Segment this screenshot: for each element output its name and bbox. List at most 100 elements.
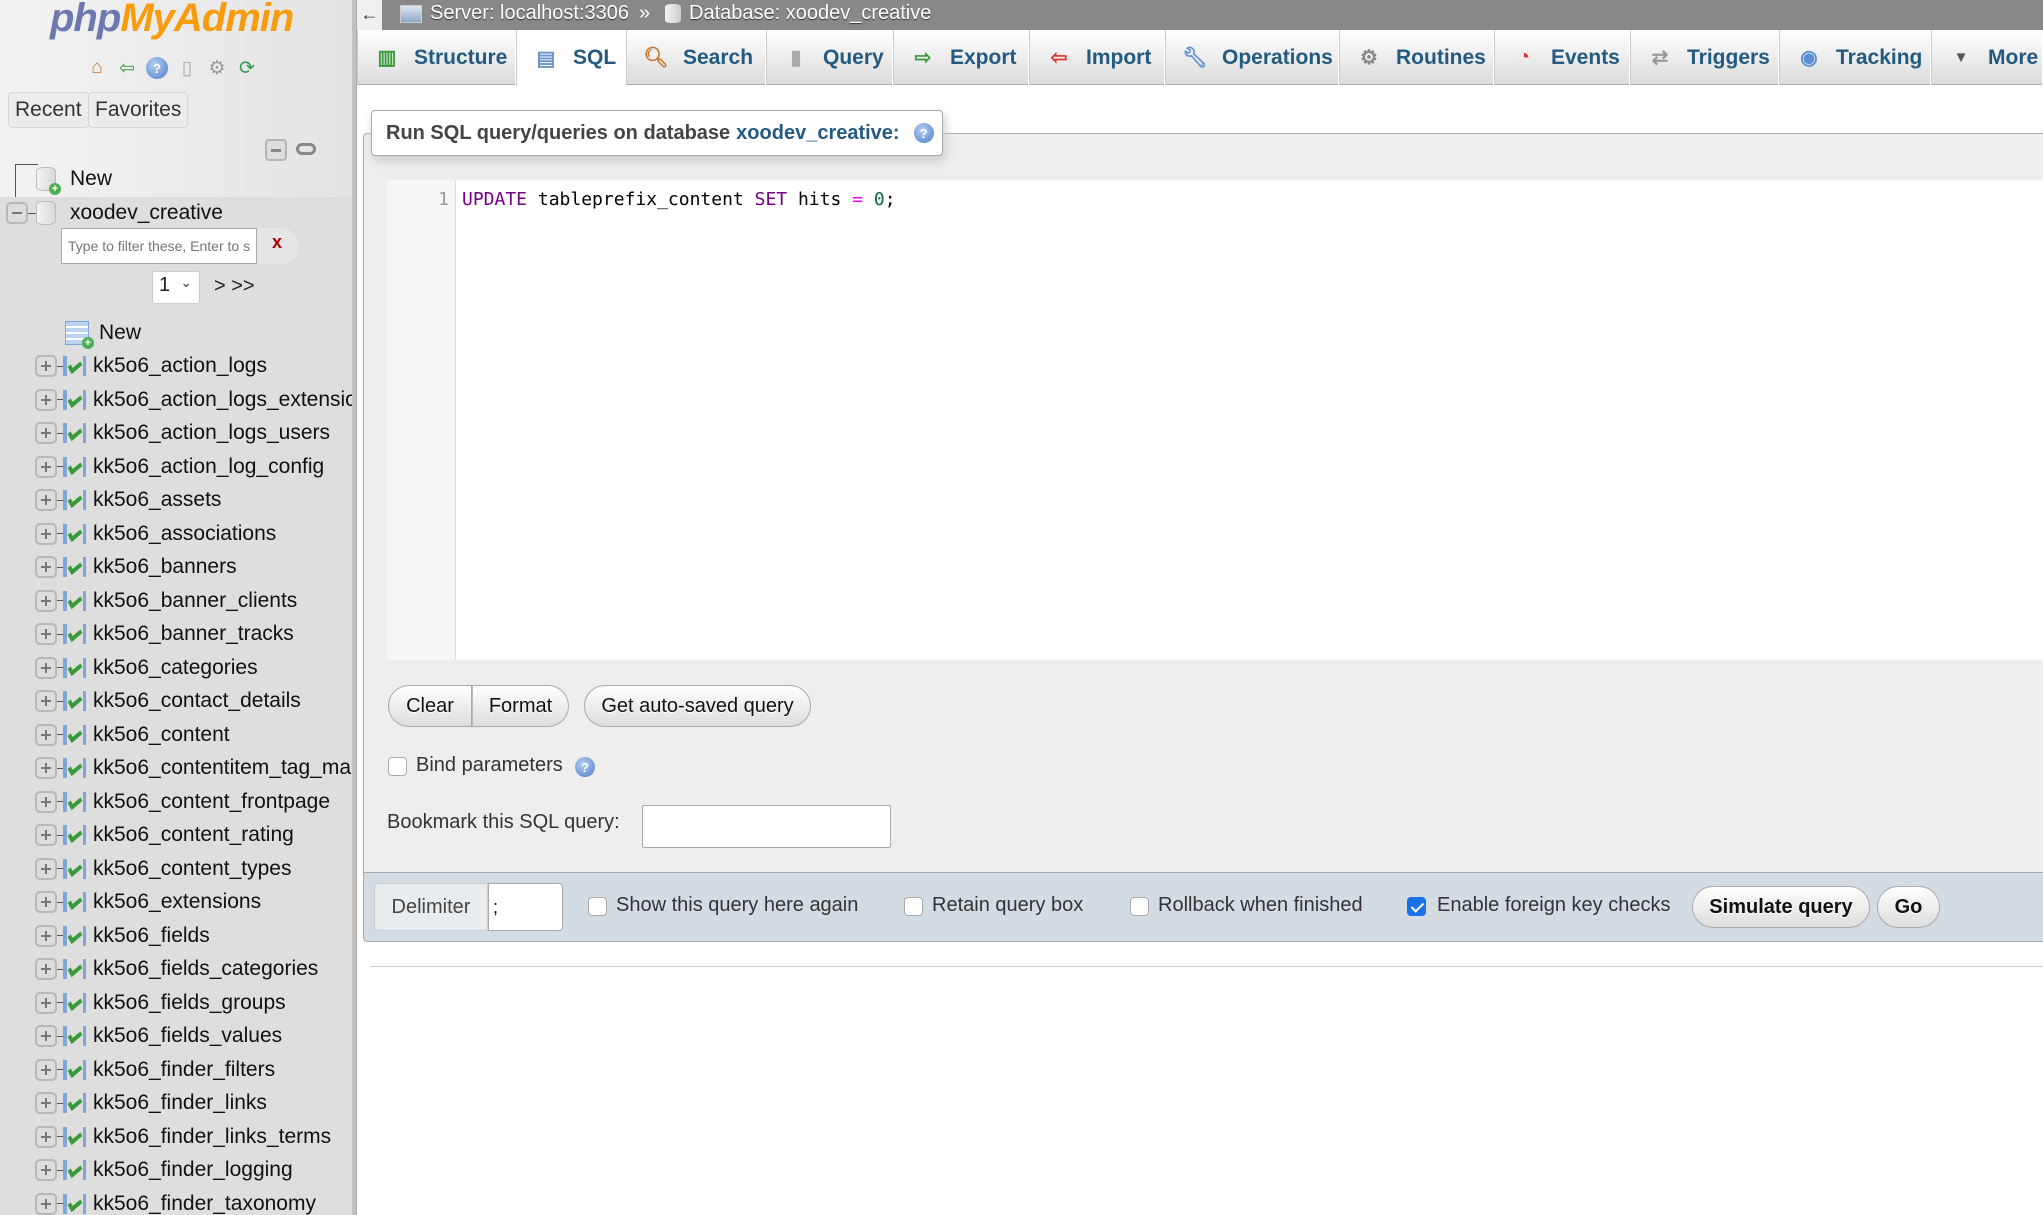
expand-table-button[interactable] — [35, 623, 57, 645]
expand-table-button[interactable] — [35, 891, 57, 913]
reload-icon[interactable]: ⟳ — [235, 56, 259, 80]
tab-import[interactable]: ⇦ Import — [1029, 30, 1165, 85]
expand-table-button[interactable] — [35, 1125, 57, 1148]
table-item[interactable]: kk5o6_assets — [35, 485, 221, 515]
table-item[interactable]: kk5o6_banner_clients — [35, 586, 297, 616]
new-table-item[interactable]: New — [65, 318, 141, 349]
table-item[interactable]: kk5o6_banner_tracks — [35, 619, 294, 649]
settings-icon[interactable]: ⚙ — [205, 56, 229, 80]
table-item[interactable]: kk5o6_action_logs_users — [35, 418, 330, 448]
next-page-link[interactable]: > >> — [214, 275, 255, 298]
table-item[interactable]: kk5o6_action_log_config — [35, 452, 324, 482]
tab-search[interactable]: 🔍︎ Search — [626, 30, 766, 85]
table-filter-input[interactable] — [61, 228, 257, 264]
go-button[interactable]: Go — [1877, 886, 1940, 928]
table-item[interactable]: kk5o6_finder_taxonomy — [35, 1189, 316, 1215]
get-auto-saved-query-button[interactable]: Get auto-saved query — [584, 685, 811, 727]
page-select[interactable]: 1 ⌄ — [152, 271, 200, 304]
simulate-query-button[interactable]: Simulate query — [1692, 886, 1870, 928]
table-item[interactable]: kk5o6_fields_groups — [35, 988, 286, 1018]
expand-table-button[interactable] — [35, 723, 57, 746]
show-query-again-checkbox[interactable] — [588, 897, 607, 916]
expand-table-button[interactable] — [35, 790, 57, 813]
tab-tracking[interactable]: ◉ Tracking — [1779, 30, 1931, 85]
expand-table-button[interactable] — [35, 924, 57, 947]
format-button[interactable]: Format — [472, 685, 569, 727]
table-item[interactable]: kk5o6_finder_filters — [35, 1055, 275, 1085]
recent-tab[interactable]: Recent — [8, 92, 89, 128]
delimiter-input[interactable] — [488, 883, 563, 931]
expand-table-button[interactable] — [35, 455, 57, 478]
table-item[interactable]: kk5o6_contact_details — [35, 686, 301, 716]
table-item[interactable]: kk5o6_content_frontpage — [35, 787, 330, 817]
table-item[interactable]: kk5o6_categories — [35, 653, 258, 683]
clear-filter-button[interactable]: x — [272, 232, 282, 253]
table-item[interactable]: kk5o6_content_rating — [35, 820, 294, 850]
expand-table-button[interactable] — [35, 958, 57, 980]
tab-operations[interactable]: 🔧︎ Operations — [1165, 30, 1339, 85]
expand-table-button[interactable] — [35, 589, 57, 612]
table-item[interactable]: kk5o6_fields — [35, 921, 210, 951]
expand-table-button[interactable] — [35, 388, 57, 411]
favorites-tab[interactable]: Favorites — [88, 92, 189, 128]
table-item[interactable]: kk5o6_fields_categories — [35, 954, 318, 984]
tab-events[interactable]: ◔ Events — [1494, 30, 1630, 85]
phpmyadmin-logo[interactable]: phpMyAdmin — [50, 0, 294, 41]
sql-editor[interactable]: 1 UPDATE tableprefix_content SET hits = … — [387, 180, 2043, 660]
expand-table-button[interactable] — [35, 1159, 57, 1181]
breadcrumb-database[interactable]: Database: xoodev_creative — [665, 2, 931, 25]
table-item[interactable]: kk5o6_finder_logging — [35, 1155, 293, 1185]
expand-table-button[interactable] — [35, 991, 57, 1014]
expand-table-button[interactable] — [35, 1192, 57, 1215]
sql-code[interactable]: UPDATE tableprefix_content SET hits = 0; — [462, 189, 896, 210]
table-item[interactable]: kk5o6_finder_links — [35, 1088, 267, 1118]
expand-table-button[interactable] — [35, 757, 57, 779]
table-item[interactable]: kk5o6_fields_values — [35, 1021, 282, 1051]
legend-database-link[interactable]: xoodev_creative: — [736, 122, 899, 145]
table-item[interactable]: kk5o6_contentitem_tag_map — [35, 753, 352, 783]
table-item[interactable]: kk5o6_action_logs — [35, 351, 267, 381]
table-item[interactable]: kk5o6_extensions — [35, 887, 261, 917]
expand-table-button[interactable] — [35, 556, 57, 578]
tab-sql[interactable]: ▤ SQL — [516, 30, 626, 86]
logout-icon[interactable]: ⇦ — [115, 56, 139, 80]
bookmark-input[interactable] — [642, 805, 891, 848]
help-icon[interactable]: ? — [145, 56, 169, 80]
help-icon[interactable]: ? — [575, 757, 595, 777]
table-item[interactable]: kk5o6_action_logs_extension — [35, 385, 352, 415]
expand-table-button[interactable] — [35, 1058, 57, 1081]
table-item[interactable]: kk5o6_content — [35, 720, 230, 750]
table-item[interactable]: kk5o6_finder_links_terms — [35, 1122, 331, 1152]
tab-structure[interactable]: ▥ Structure — [357, 30, 516, 85]
expand-table-button[interactable] — [35, 656, 57, 679]
expand-table-button[interactable] — [35, 690, 57, 712]
database-item[interactable]: xoodev_creative — [6, 198, 223, 228]
collapse-database-button[interactable] — [6, 202, 28, 224]
table-item[interactable]: kk5o6_associations — [35, 519, 276, 549]
collapse-sidebar-arrow[interactable]: ← — [357, 0, 382, 30]
link-with-main-icon[interactable] — [296, 143, 316, 155]
retain-query-box-checkbox[interactable] — [904, 897, 923, 916]
table-item[interactable]: kk5o6_banners — [35, 552, 237, 582]
rollback-when-finished-checkbox[interactable] — [1130, 897, 1149, 916]
tab-triggers[interactable]: ⇄ Triggers — [1630, 30, 1779, 85]
new-database-item[interactable]: New — [36, 164, 112, 195]
expand-table-button[interactable] — [35, 824, 57, 846]
enable-foreign-key-checks-checkbox[interactable] — [1407, 897, 1426, 916]
collapse-all-button[interactable] — [265, 139, 287, 161]
tab-query[interactable]: ▮ Query — [766, 30, 893, 85]
expand-table-button[interactable] — [35, 1025, 57, 1047]
expand-table-button[interactable] — [35, 422, 57, 444]
home-icon[interactable]: ⌂ — [85, 56, 109, 80]
sidebar-resize-handle[interactable] — [352, 0, 357, 1215]
clear-button[interactable]: Clear — [388, 685, 472, 727]
expand-table-button[interactable] — [35, 857, 57, 880]
table-item[interactable]: kk5o6_content_types — [35, 854, 291, 884]
tab-more[interactable]: ▼ More — [1931, 30, 2043, 85]
expand-table-button[interactable] — [35, 522, 57, 545]
tab-routines[interactable]: ⚙ Routines — [1339, 30, 1494, 85]
help-icon[interactable]: ? — [913, 123, 934, 143]
expand-table-button[interactable] — [35, 355, 57, 377]
breadcrumb-server[interactable]: Server: localhost:3306 — [400, 2, 629, 25]
tab-export[interactable]: ⇨ Export — [893, 30, 1029, 85]
